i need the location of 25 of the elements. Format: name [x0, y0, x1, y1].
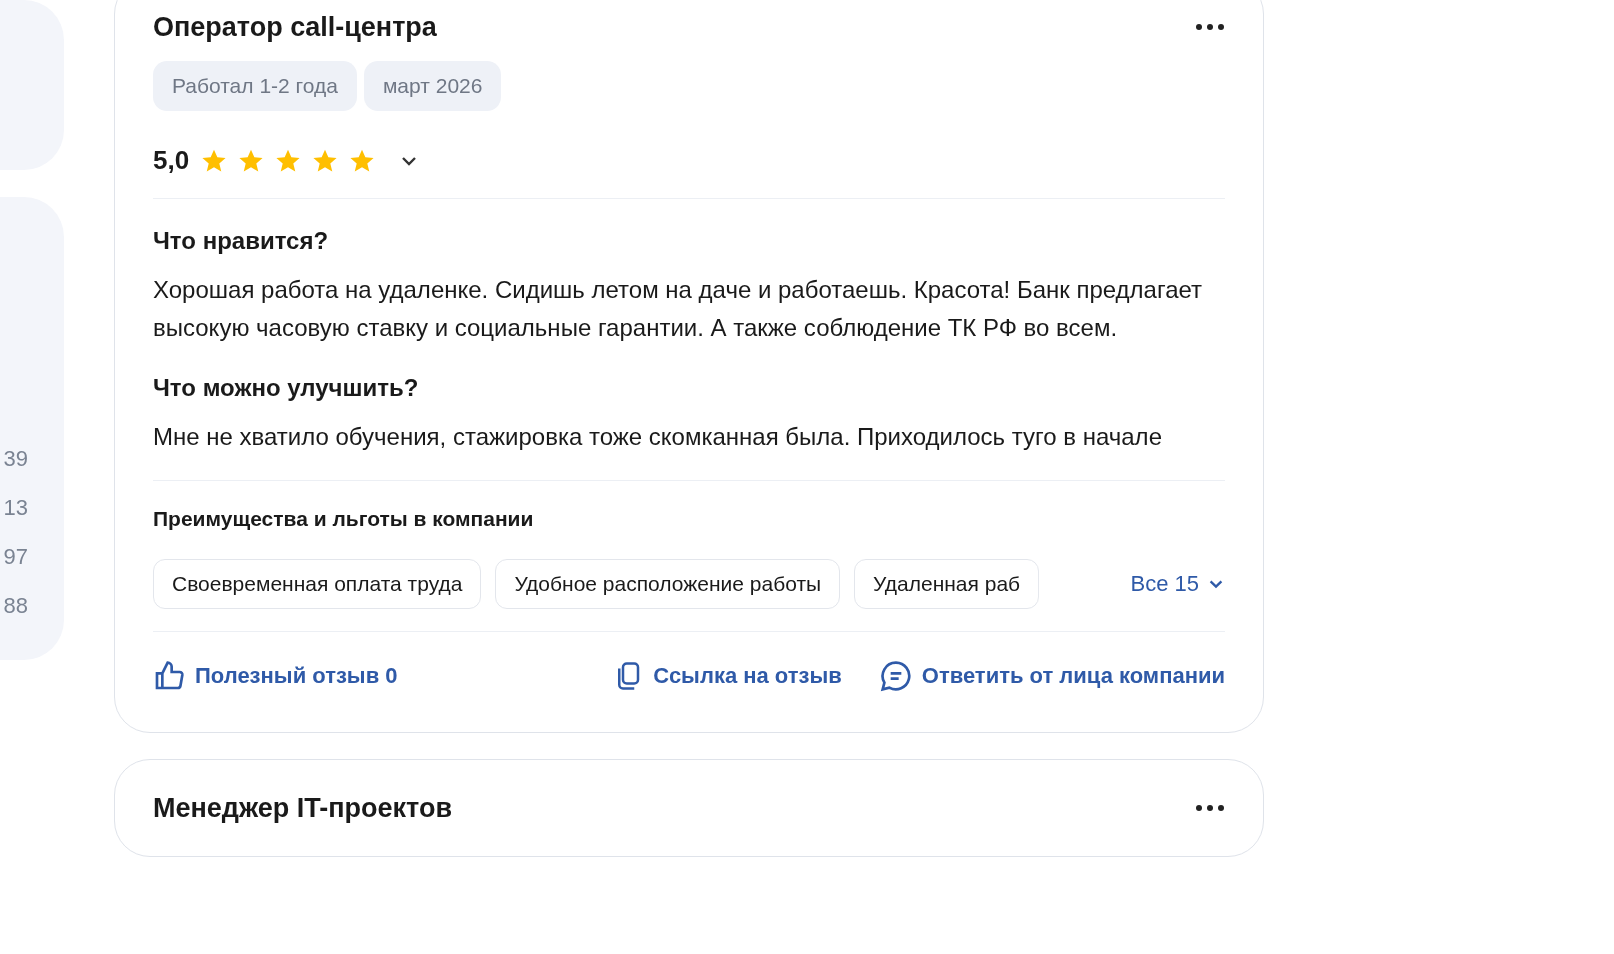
thumbs-up-icon	[153, 659, 185, 692]
more-icon[interactable]	[1195, 23, 1225, 31]
useful-button[interactable]: Полезный отзыв 0	[153, 659, 398, 692]
review-text: Мне не хватило обучения, стажировка тоже скомканная была. Приходилось туго в начале	[153, 422, 1163, 452]
benefits-heading: Преимущества и льготы в компании	[153, 506, 535, 531]
review-text: Хорошая работа на удаленке. Сидишь летом на даче и работаешь. Красота! Банк предлагает высокую часовую ставку и социальные гарантии. А также соблюдение ТК РФ во всем.	[153, 275, 1204, 343]
more-icon[interactable]	[1195, 803, 1225, 812]
rating-value: 5,0	[153, 145, 190, 176]
count-text: 39	[3, 445, 28, 473]
benefit-chip: Удаленная раб	[854, 558, 1040, 609]
copy-link-button[interactable]: Ссылка на отзыв	[613, 659, 842, 692]
benefit-chip: Своевременная оплата труда	[153, 558, 482, 609]
section-heading: Что можно улучшить?	[153, 374, 420, 402]
count-text: 97	[3, 543, 28, 571]
review-title: Оператор call-центра	[153, 11, 437, 44]
show-all-button[interactable]: Все 15	[1130, 570, 1225, 597]
section-heading: Что нравится?	[153, 227, 330, 255]
count-text: 13	[3, 494, 28, 522]
tag: Работал 1-2 года	[153, 61, 357, 111]
chat-icon	[879, 659, 912, 692]
tag: март 2026	[363, 61, 502, 111]
count-text: 88	[3, 592, 28, 620]
review-title: Менеджер IT-проектов	[153, 791, 453, 825]
reply-button[interactable]: Ответить от лица компании	[879, 659, 1225, 692]
benefit-chip: Удобное расположение работы	[495, 558, 841, 609]
